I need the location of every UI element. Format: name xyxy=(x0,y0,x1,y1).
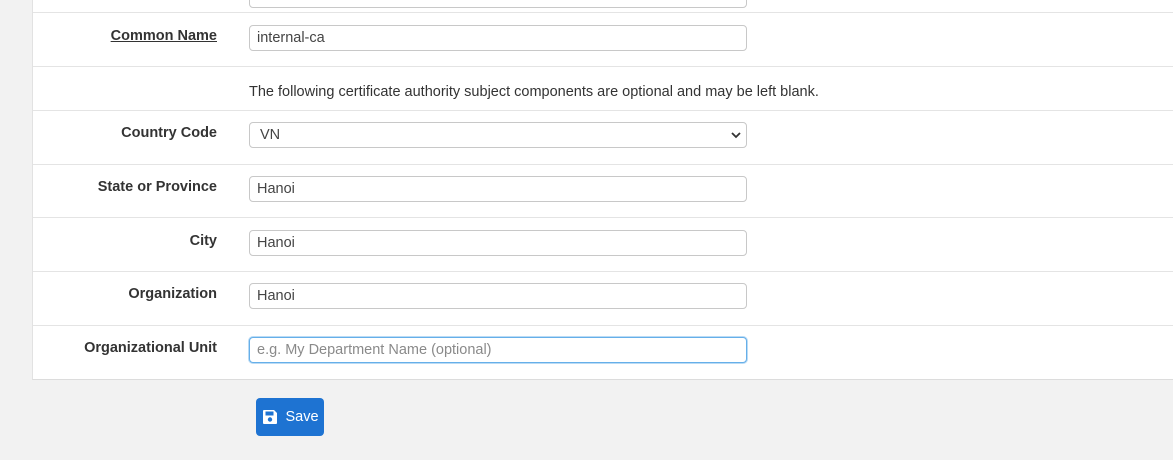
optional-note: The following certificate authority subj… xyxy=(249,84,819,100)
row-common-name: Common Name xyxy=(33,13,1173,67)
city-label: City xyxy=(189,233,217,249)
row-state: State or Province xyxy=(33,165,1173,218)
row-note: The following certificate authority subj… xyxy=(33,67,1173,111)
previous-field[interactable] xyxy=(249,0,747,8)
org-unit-input[interactable] xyxy=(249,337,747,363)
country-code-select[interactable]: VN xyxy=(249,122,747,148)
city-input[interactable] xyxy=(249,230,747,256)
state-input[interactable] xyxy=(249,176,747,202)
chevron-down-icon xyxy=(731,132,741,139)
save-button[interactable]: Save xyxy=(256,398,324,436)
save-icon xyxy=(263,410,278,424)
row-city: City xyxy=(33,218,1173,272)
org-unit-label: Organizational Unit xyxy=(84,340,217,356)
row-country-code: Country Code VN xyxy=(33,111,1173,165)
country-code-value: VN xyxy=(260,127,281,143)
row-org-unit: Organizational Unit xyxy=(33,326,1173,380)
organization-input[interactable] xyxy=(249,283,747,309)
form-panel: Common Name The following certificate au… xyxy=(32,0,1173,380)
state-label: State or Province xyxy=(97,179,217,195)
common-name-label: Common Name xyxy=(110,28,217,44)
country-code-label: Country Code xyxy=(121,125,217,141)
row-organization: Organization xyxy=(33,272,1173,326)
common-name-input[interactable] xyxy=(249,25,747,51)
previous-row xyxy=(33,0,1173,13)
organization-label: Organization xyxy=(128,286,217,302)
save-label: Save xyxy=(285,409,319,425)
